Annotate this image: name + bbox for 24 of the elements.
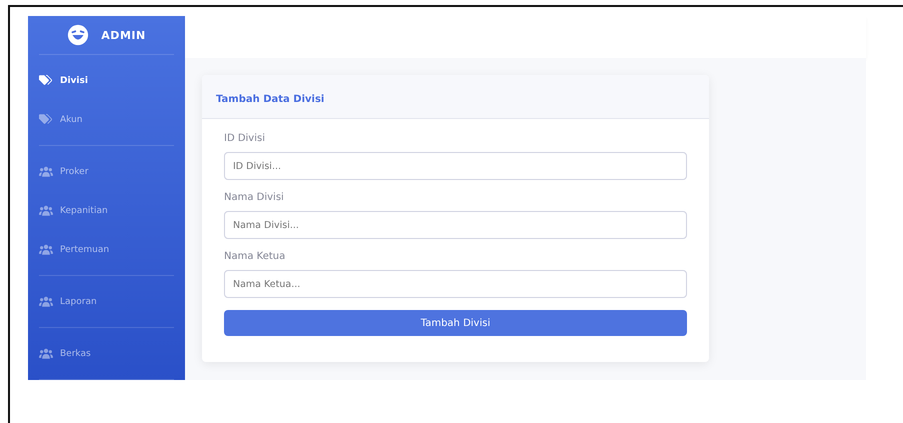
tag-icon <box>39 114 53 126</box>
users-icon <box>39 205 53 216</box>
sidebar-item[interactable]: Divisi <box>39 61 174 100</box>
sidebar-item[interactable]: Berkas <box>39 334 174 374</box>
sidebar-item[interactable]: Kepanitian <box>39 191 174 230</box>
brand-title: ADMIN <box>101 28 146 42</box>
tag-icon <box>39 75 53 86</box>
sidebar-item[interactable]: Pertemuan <box>39 230 174 270</box>
input-field[interactable]: Nama Ketua... <box>224 270 687 298</box>
users-icon <box>39 166 53 178</box>
input-field[interactable]: ID Divisi... <box>224 152 687 180</box>
sidebar-item[interactable]: Proker <box>39 152 174 192</box>
card-title: Tambah Data Divisi <box>216 94 324 105</box>
users-icon <box>39 244 53 256</box>
users-icon <box>39 348 53 360</box>
sidebar-item[interactable]: Akun <box>39 100 174 140</box>
field-label: Nama Ketua <box>224 251 286 262</box>
input-field[interactable]: Nama Divisi... <box>224 211 687 239</box>
users-icon <box>39 296 53 308</box>
sidebar-item[interactable]: Laporan <box>39 282 174 322</box>
field-label: Nama Divisi <box>224 192 285 203</box>
laughing-face-icon <box>67 24 90 46</box>
field-label: ID Divisi <box>224 133 266 144</box>
submit-button[interactable]: Tambah Divisi <box>224 310 687 336</box>
